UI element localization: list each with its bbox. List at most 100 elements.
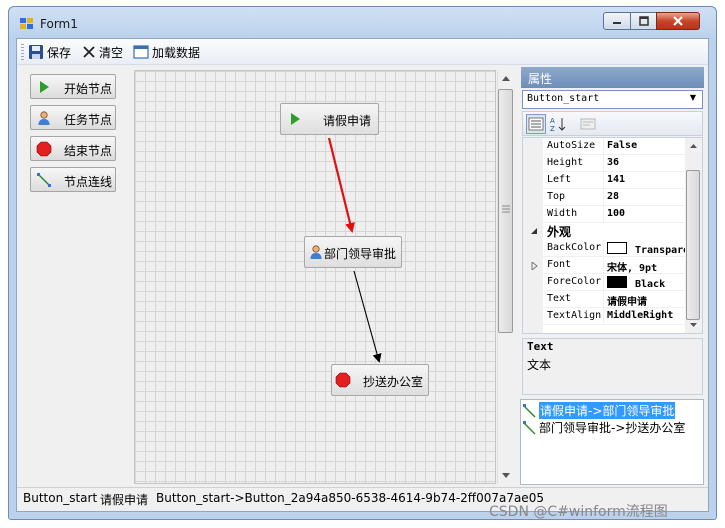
status-control-text: 请假申请	[100, 493, 149, 507]
category-label: 外观	[547, 225, 572, 239]
property-name: Font	[547, 259, 572, 270]
sort-az-icon: AZ	[550, 117, 566, 132]
property-row-left[interactable]: Left 141	[543, 172, 685, 189]
property-value-backcolor: Transparent	[607, 242, 685, 256]
property-row-font[interactable]: Font 宋体, 9pt	[531, 257, 685, 274]
connector-icon	[523, 403, 536, 417]
property-pages-button[interactable]	[578, 114, 598, 134]
svg-text:A: A	[550, 117, 555, 125]
toolbar-grip[interactable]	[21, 44, 24, 60]
expand-triangle-icon[interactable]	[531, 262, 538, 270]
minimize-icon	[613, 22, 621, 24]
property-name: Width	[547, 208, 578, 219]
connect-node-button[interactable]: 节点连线	[30, 167, 116, 192]
status-control-name: Button_start	[23, 491, 98, 505]
property-value: 141	[607, 174, 626, 185]
link-list-item-label: 请假申请->部门领导审批	[539, 402, 676, 419]
property-value: 36	[607, 157, 620, 168]
chevron-up-icon	[690, 144, 697, 148]
color-swatch	[607, 242, 627, 254]
property-value: Transparent	[635, 245, 685, 256]
load-data-button[interactable]: 加载数据	[133, 42, 200, 62]
clear-button[interactable]: 清空	[82, 42, 123, 62]
app-icon	[20, 18, 34, 30]
property-scroll-down[interactable]	[686, 318, 701, 332]
property-row-forecolor[interactable]: ForeColor Black	[543, 274, 685, 291]
scroll-up-button[interactable]	[497, 71, 515, 87]
load-data-label: 加载数据	[152, 45, 201, 60]
property-name: Top	[547, 191, 566, 202]
save-label: 保存	[47, 45, 72, 60]
svg-text:Z: Z	[550, 125, 555, 132]
end-node-label: 结束节点	[64, 144, 113, 158]
flow-node-task[interactable]: 部门领导审批	[304, 236, 402, 268]
watermark: CSDN @C#winform流程图	[489, 504, 668, 520]
link-list-item[interactable]: 请假申请->部门领导审批	[522, 402, 676, 419]
property-value: 请假申请	[607, 297, 647, 308]
property-name: Text	[547, 293, 572, 304]
start-node-button[interactable]: 开始节点	[30, 74, 116, 99]
dropdown-arrow-icon[interactable]: ▼	[687, 93, 699, 105]
stop-icon	[36, 141, 52, 157]
property-value: Black	[635, 279, 666, 290]
property-description-title: Text	[527, 340, 554, 353]
property-panel-header: 属性	[521, 67, 704, 88]
link-line-task-end[interactable]	[353, 270, 382, 363]
property-row-width[interactable]: Width 100	[543, 206, 685, 223]
minimize-button[interactable]	[603, 12, 631, 30]
user-icon	[38, 111, 50, 125]
categorized-view-button[interactable]	[526, 114, 546, 134]
scroll-down-button[interactable]	[497, 467, 515, 483]
property-row-textalign[interactable]: TextAlign MiddleRight	[543, 308, 685, 325]
connect-node-label: 节点连线	[64, 175, 113, 189]
link-line-start-task[interactable]	[327, 137, 355, 233]
property-value: False	[607, 140, 638, 151]
property-scroll-up[interactable]	[686, 139, 701, 153]
categorized-icon	[528, 117, 544, 131]
property-value: 28	[607, 191, 620, 202]
link-list-item[interactable]: 部门领导审批->抄送办公室	[522, 419, 685, 436]
user-icon	[310, 245, 322, 259]
property-row-autosize[interactable]: AutoSize False	[543, 138, 685, 155]
save-icon	[29, 45, 43, 59]
color-swatch	[607, 276, 627, 288]
chevron-down-icon	[690, 323, 697, 327]
flow-node-task-label: 部门领导审批	[324, 247, 397, 261]
flow-node-end[interactable]: 抄送办公室	[331, 364, 429, 396]
task-node-button[interactable]: 任务节点	[30, 105, 116, 130]
play-icon	[40, 81, 49, 93]
scroll-thumb[interactable]	[498, 89, 513, 333]
property-row-backcolor[interactable]: BackColor Transparent	[543, 240, 685, 257]
property-scroll-thumb[interactable]	[686, 170, 700, 320]
close-button[interactable]	[656, 12, 700, 30]
property-row-top[interactable]: Top 28	[543, 189, 685, 206]
property-name: TextAlign	[547, 310, 602, 321]
maximize-button[interactable]	[630, 12, 657, 30]
alphabetical-view-button[interactable]: AZ	[548, 114, 568, 134]
grip-icon	[502, 205, 510, 213]
object-selector[interactable]: Button_start	[522, 90, 703, 109]
property-name: ForeColor	[547, 276, 602, 287]
property-pages-icon	[580, 118, 596, 130]
save-button[interactable]: 保存	[28, 42, 71, 62]
property-value-forecolor: Black	[607, 276, 685, 290]
property-row-height[interactable]: Height 36	[543, 155, 685, 172]
property-value: MiddleRight	[607, 310, 674, 321]
property-name: Left	[547, 174, 572, 185]
connector-icon	[37, 173, 51, 187]
flow-node-end-label: 抄送办公室	[363, 375, 424, 389]
link-list-item-label: 部门领导审批->抄送办公室	[539, 421, 686, 435]
property-description-text: 文本	[527, 358, 552, 372]
property-category-appearance[interactable]: 外观	[530, 223, 685, 240]
start-node-label: 开始节点	[64, 82, 113, 96]
end-node-button[interactable]: 结束节点	[30, 136, 116, 161]
property-row-text[interactable]: Text 请假申请	[543, 291, 685, 308]
clear-icon	[83, 46, 95, 58]
property-name: Height	[547, 157, 584, 168]
status-link: Button_start->Button_2a94a850-6538-4614-…	[156, 491, 544, 505]
flow-node-start[interactable]: 请假申请	[280, 103, 379, 135]
window-title: Form1	[40, 17, 78, 31]
property-value: 宋体, 9pt	[607, 263, 658, 274]
play-icon	[291, 113, 300, 125]
property-name: AutoSize	[547, 140, 596, 151]
